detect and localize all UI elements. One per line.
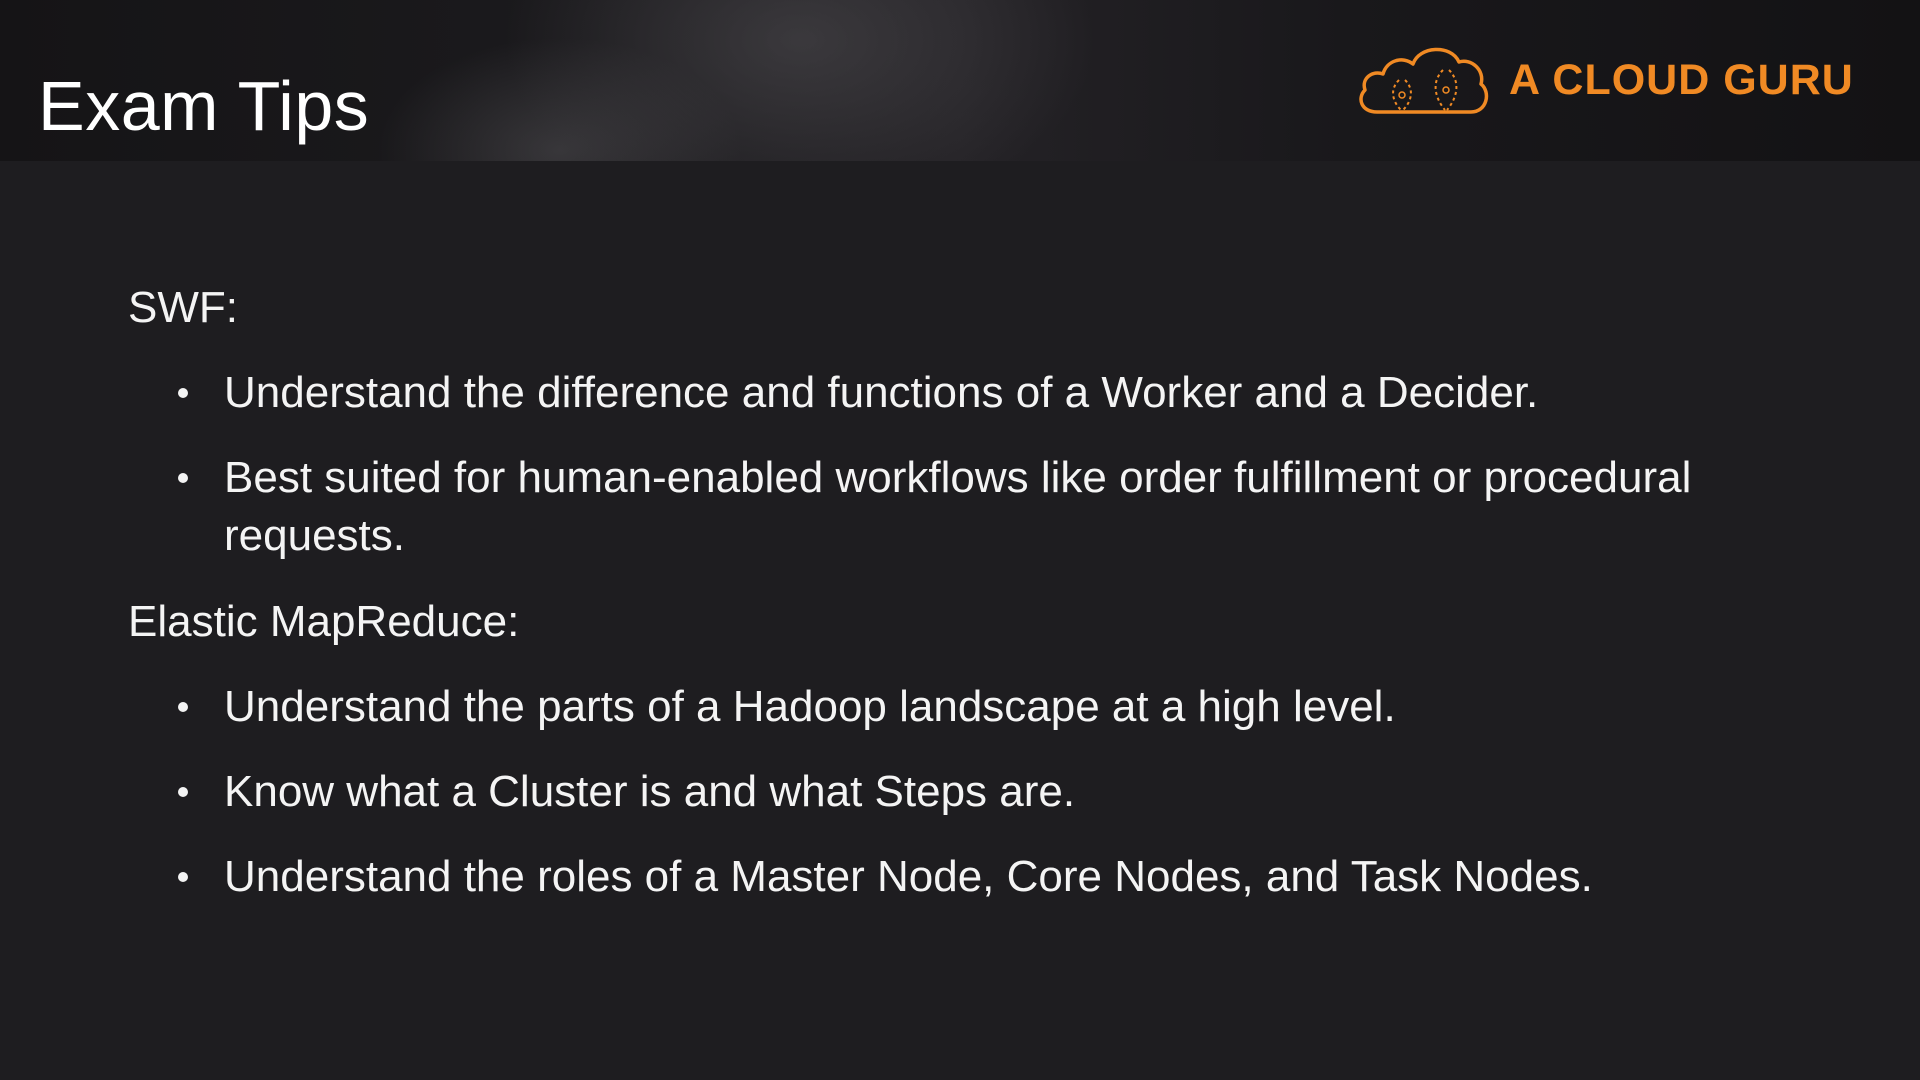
header-bar: Exam Tips A CLOUD GURU xyxy=(0,0,1920,161)
slide-content: SWF: Understand the difference and funct… xyxy=(128,278,1808,933)
bullet-list: Understand the difference and functions … xyxy=(128,364,1808,565)
bullet-text: Understand the parts of a Hadoop landsca… xyxy=(224,682,1396,731)
logo-text: A CLOUD GURU xyxy=(1509,55,1854,104)
bullet-text: Understand the roles of a Master Node, C… xyxy=(224,852,1593,901)
bullet-dot xyxy=(178,787,188,797)
section-swf: SWF: Understand the difference and funct… xyxy=(128,278,1808,565)
list-item: Understand the difference and functions … xyxy=(128,364,1808,422)
cloud-icon xyxy=(1359,47,1489,114)
list-item: Understand the roles of a Master Node, C… xyxy=(128,848,1808,906)
page-title: Exam Tips xyxy=(38,67,370,145)
bullet-text: Understand the difference and functions … xyxy=(224,368,1539,417)
list-item: Know what a Cluster is and what Steps ar… xyxy=(128,763,1808,821)
bullet-dot xyxy=(178,702,188,712)
bullet-list: Understand the parts of a Hadoop landsca… xyxy=(128,678,1808,906)
bullet-dot xyxy=(178,872,188,882)
section-elastic-mapreduce: Elastic MapReduce: Understand the parts … xyxy=(128,592,1808,906)
slide: Exam Tips A CLOUD GURU SWF: Understand t… xyxy=(0,0,1920,1080)
section-heading: SWF: xyxy=(128,283,238,332)
section-heading: Elastic MapReduce: xyxy=(128,597,520,646)
list-item: Best suited for human-enabled workflows … xyxy=(128,449,1808,565)
brand-logo: A CLOUD GURU xyxy=(1355,40,1854,120)
bullet-dot xyxy=(178,388,188,398)
bullet-text: Know what a Cluster is and what Steps ar… xyxy=(224,767,1076,816)
bullet-text: Best suited for human-enabled workflows … xyxy=(224,453,1692,560)
list-item: Understand the parts of a Hadoop landsca… xyxy=(128,678,1808,736)
bullet-dot xyxy=(178,473,188,483)
